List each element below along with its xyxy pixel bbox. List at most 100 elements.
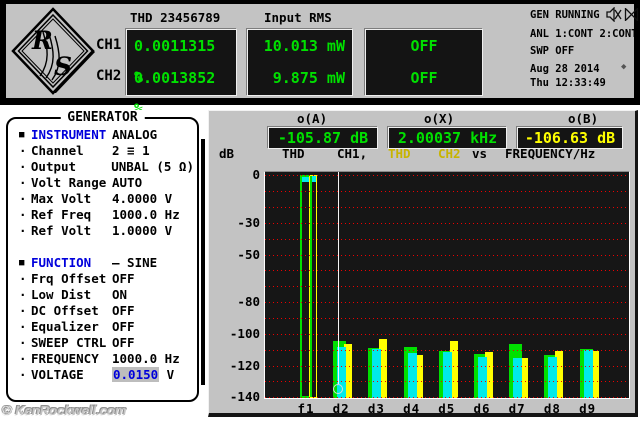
gridline xyxy=(265,254,629,256)
gridline xyxy=(265,318,629,319)
chart-header-part: CH2 xyxy=(438,146,461,161)
generator-row-value[interactable]: 0.0150 V xyxy=(112,367,174,383)
x-tick-label: d2 xyxy=(332,401,350,416)
gridline xyxy=(265,270,629,272)
generator-row-value: AUTO xyxy=(112,175,143,190)
generator-row-dc-offset[interactable]: · DC Offset OFF xyxy=(16,303,194,319)
bar-d5-cyan xyxy=(442,352,452,398)
gridline xyxy=(265,207,629,208)
generator-row-value: 2 ≡ 1 xyxy=(112,143,150,158)
generator-scrollbar[interactable] xyxy=(201,139,205,385)
generator-row-output[interactable]: · Output UNBAL (5 Ω) xyxy=(16,159,194,175)
y-tick-label: -120 xyxy=(229,357,260,373)
generator-row-label: Equalizer xyxy=(31,319,99,334)
y-tick-label: 0 xyxy=(252,167,260,183)
time-display: Thu 12:33:49 xyxy=(530,77,606,89)
generator-row-value: – SINE xyxy=(112,255,158,270)
generator-row-label: Channel xyxy=(31,143,84,158)
generator-row-label: Frq Offset xyxy=(31,271,107,286)
item-bullet-icon: · xyxy=(19,271,27,286)
item-bullet-icon: · xyxy=(19,223,27,238)
rohde-schwarz-logo-icon: R S xyxy=(11,7,95,95)
sweep-status: SWP OFF xyxy=(530,45,575,57)
generator-row-label: Output xyxy=(30,159,77,174)
cursor-x-label: o(X) xyxy=(424,111,455,126)
x-tick-label: d6 xyxy=(473,401,491,416)
generator-row-function[interactable]: ■ FUNCTION – SINE xyxy=(16,255,194,271)
speaker-muted-icon xyxy=(606,7,622,22)
bar-d9-cyan xyxy=(583,349,593,398)
generator-row-label: FUNCTION xyxy=(31,255,92,270)
generator-row-voltage[interactable]: · VOLTAGE 0.0150 V xyxy=(16,367,194,383)
y-tick-label: -140 xyxy=(229,389,260,405)
x-tick-label: d9 xyxy=(579,401,597,416)
y-tick-label: -50 xyxy=(237,246,260,262)
generator-row-equalizer[interactable]: · Equalizer OFF xyxy=(16,319,194,335)
x-tick-label: d3 xyxy=(367,401,385,416)
y-tick-label: -30 xyxy=(237,214,260,230)
item-bullet-icon: · xyxy=(19,175,27,190)
measurement-title: THD 23456789 xyxy=(130,10,221,25)
bar-d8-cyan xyxy=(548,356,558,398)
item-bullet-icon: · xyxy=(19,319,27,334)
item-bullet-icon: · xyxy=(19,191,27,206)
generator-row-max-volt[interactable]: · Max Volt 4.0000 V xyxy=(16,191,194,207)
generator-row-sweep-ctrl[interactable]: · SWEEP CTRL OFF xyxy=(16,335,194,351)
ch2-label: CH2 xyxy=(96,68,122,84)
gridline xyxy=(265,349,629,351)
generator-row-low-dist[interactable]: · Low Dist ON xyxy=(16,287,194,303)
analyzer-status: ANL 1:CONT 2:CONT xyxy=(530,28,638,40)
section-bullet-icon: ■ xyxy=(19,258,25,268)
generator-row-value: 1000.0 Hz xyxy=(112,351,180,366)
analyzer-screen: R S THD 23456789 Input RMS CH1 CH2 0.001… xyxy=(0,0,640,422)
gridline xyxy=(265,302,629,304)
item-bullet-icon: · xyxy=(19,159,27,174)
generator-row-label: VOLTAGE xyxy=(31,367,84,382)
gridline xyxy=(265,175,629,177)
item-bullet-icon: · xyxy=(19,335,27,350)
generator-row-label: DC Offset xyxy=(31,303,99,318)
x-tick-label: f1 xyxy=(297,401,315,416)
bar-d7-cyan xyxy=(513,357,523,398)
gridline xyxy=(265,365,629,367)
monitor-off-icon xyxy=(624,8,639,21)
input-rms-title: Input RMS xyxy=(264,10,332,25)
generator-row-frequency[interactable]: · FREQUENCY 1000.0 Hz xyxy=(16,351,194,367)
chart-cursor-line[interactable] xyxy=(338,172,339,384)
generator-row-value: ANALOG xyxy=(112,127,158,142)
selected-value-field[interactable]: 0.0150 xyxy=(112,367,160,382)
aux-ch1-value: OFF xyxy=(410,37,438,55)
generator-row-label: Low Dist xyxy=(31,287,92,302)
generator-status: GEN RUNNING xyxy=(530,9,600,21)
generator-row-volt-range[interactable]: · Volt Range AUTO xyxy=(16,175,194,191)
generator-row-instrument[interactable]: ■ INSTRUMENT ANALOG xyxy=(16,127,194,143)
x-tick-label: d4 xyxy=(403,401,421,416)
generator-row-label: SWEEP CTRL xyxy=(31,335,107,350)
generator-panel: GENERATOR ■ INSTRUMENT ANALOG · Channel 2 ≡ 1… xyxy=(6,110,199,402)
y-axis-unit-label: dB xyxy=(219,146,235,161)
x-tick-label: d8 xyxy=(543,401,561,416)
generator-row-channel[interactable]: · Channel 2 ≡ 1 xyxy=(16,143,194,159)
generator-row-ref-freq[interactable]: · Ref Freq 1000.0 Hz xyxy=(16,207,194,223)
chart-cursor-marker-icon[interactable] xyxy=(333,384,343,394)
item-bullet-icon: · xyxy=(19,303,27,318)
item-bullet-icon: · xyxy=(19,351,27,366)
ch1-label: CH1 xyxy=(96,37,122,53)
item-bullet-icon: · xyxy=(19,143,27,158)
x-tick-label: d7 xyxy=(508,401,526,416)
generator-row-label: INSTRUMENT xyxy=(31,127,107,142)
chart-header-part: CH1, xyxy=(337,146,368,161)
generator-row-ref-volt[interactable]: · Ref Volt 1.0000 V xyxy=(16,223,194,239)
svg-text:S: S xyxy=(54,52,72,81)
y-tick-label: -100 xyxy=(229,325,260,341)
generator-row-value: OFF xyxy=(112,319,135,334)
generator-row-frq-offset[interactable]: · Frq Offset OFF xyxy=(16,271,194,287)
generator-panel-title: GENERATOR xyxy=(60,110,145,125)
thd-ch1-value: 0.0011315 % xyxy=(134,37,216,86)
bar-d3-cyan xyxy=(372,348,382,398)
aux-readout-display: OFF OFF xyxy=(365,29,483,96)
cursor-b-label: o(B) xyxy=(568,111,599,126)
item-bullet-icon: · xyxy=(19,287,27,302)
aux-ch2-value: OFF xyxy=(410,69,438,87)
generator-menu-spacer xyxy=(16,239,194,255)
